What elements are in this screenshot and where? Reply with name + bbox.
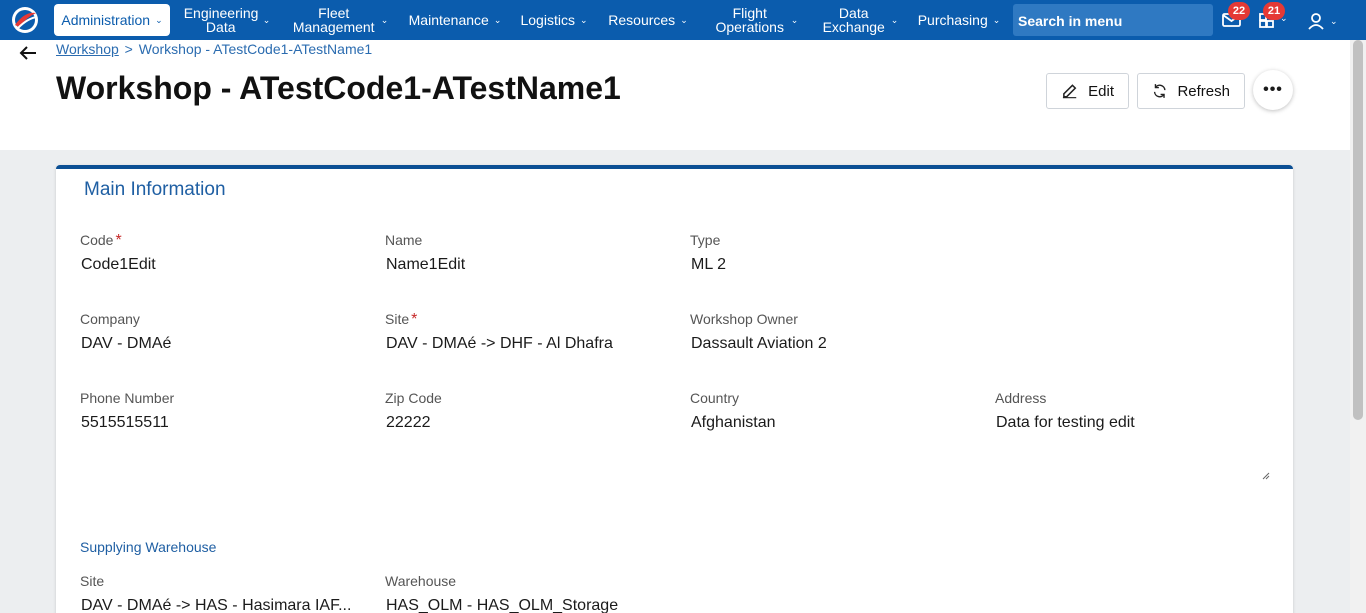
nav-purchasing[interactable]: Purchasing ⌄ (915, 0, 1003, 40)
field-supplying-site: Site DAV - DMAé -> HAS - Hasimara IAF... (80, 573, 351, 613)
nav-maintenance[interactable]: Maintenance ⌄ (405, 0, 505, 40)
field-value-name: Name1Edit (386, 256, 466, 273)
subsection-title-supplying-warehouse: Supplying Warehouse (80, 539, 217, 555)
breadcrumb-separator: > (124, 41, 133, 57)
field-label: Site (80, 573, 105, 589)
nav-resources[interactable]: Resources ⌄ (605, 0, 691, 40)
field-type: Type ML 2 (690, 232, 726, 274)
field-address: Address Data for testing edit (995, 390, 1135, 432)
top-navigation-bar: Administration ⌄ Engineering Data ⌄ Fleet … (0, 0, 1366, 40)
refresh-icon (1153, 84, 1166, 98)
field-value-site: DAV - DMAé -> DHF - Al Dhafra (386, 335, 613, 352)
chevron-down-icon: ⌄ (262, 15, 271, 25)
user-menu[interactable]: ⌄ (1306, 10, 1340, 32)
breadcrumb-link-workshop[interactable]: Workshop (56, 41, 119, 57)
refresh-button-label: Refresh (1177, 82, 1230, 100)
field-phone-number: Phone Number 5515515511 (80, 390, 174, 432)
field-label: Warehouse (385, 573, 457, 589)
nav-flight-operations[interactable]: Flight Operations ⌄ (708, 0, 804, 40)
textarea-resize-handle-icon[interactable] (1260, 470, 1270, 480)
field-code: Code * Code1Edit (80, 232, 156, 274)
app-logo-icon[interactable] (10, 5, 40, 35)
field-label: Workshop Owner (690, 311, 798, 327)
field-value-zip-code: 22222 (386, 414, 431, 431)
main-information-card: Main Information Code * Code1Edit Name Na… (56, 165, 1293, 613)
chevron-down-icon: ⌄ (992, 15, 1001, 25)
nav-resources-label: Resources (608, 12, 676, 28)
edit-button-label: Edit (1088, 82, 1114, 100)
field-value-type: ML 2 (691, 256, 726, 273)
nav-flight-operations-label: Flight Operations (715, 5, 784, 35)
chevron-down-icon: ⌄ (493, 15, 502, 25)
field-label: Phone Number (80, 390, 175, 406)
field-label: Name (385, 232, 423, 248)
breadcrumb-current: Workshop - ATestCode1-ATestName1 (138, 41, 373, 57)
field-zip-code: Zip Code 22222 (385, 390, 442, 432)
field-value-code: Code1Edit (81, 256, 156, 273)
field-label: Type (690, 232, 721, 248)
field-site: Site * DAV - DMAé -> DHF - Al Dhafra (385, 311, 613, 353)
chevron-down-icon: ⌄ (1280, 13, 1288, 23)
user-icon (1308, 13, 1324, 30)
field-workshop-owner: Workshop Owner Dassault Aviation 2 (690, 311, 827, 353)
chevron-down-icon: ⌄ (1330, 15, 1338, 26)
field-label: Zip Code (385, 390, 442, 406)
field-label: Site * (385, 311, 418, 328)
chevron-down-icon: ⌄ (579, 15, 588, 25)
menu-search-input[interactable]: Search in menu (1013, 4, 1213, 36)
chevron-down-icon: ⌄ (790, 15, 799, 25)
nav-purchasing-label: Purchasing (917, 12, 988, 28)
page-header: Workshop > Workshop - ATestCode1-ATestNa… (0, 40, 1350, 150)
field-value-company: DAV - DMAé (81, 335, 172, 352)
edit-button[interactable]: Edit (1046, 73, 1129, 109)
field-value-country: Afghanistan (691, 414, 776, 431)
field-label: Address (995, 390, 1047, 406)
field-label: Country (690, 390, 740, 406)
field-company: Company DAV - DMAé (80, 311, 171, 353)
breadcrumb: Workshop > Workshop - ATestCode1-ATestNa… (56, 41, 372, 57)
refresh-button[interactable]: Refresh (1137, 73, 1245, 109)
field-value-address: Data for testing edit (996, 414, 1135, 431)
section-title-main-information: Main Information (84, 179, 226, 200)
nav-administration-label: Administration (61, 12, 151, 28)
chevron-down-icon: ⌄ (890, 15, 899, 25)
required-asterisk: * (411, 311, 418, 328)
chevron-down-icon: ⌄ (380, 15, 389, 25)
field-warehouse: Warehouse HAS_OLM - HAS_OLM_Storage (385, 573, 618, 613)
nav-engineering-data-label: Engineering Data (183, 5, 259, 35)
nav-data-exchange[interactable]: Data Exchange ⌄ (818, 0, 902, 40)
nav-logistics[interactable]: Logistics ⌄ (518, 0, 590, 40)
nav-logistics-label: Logistics (520, 12, 575, 28)
field-label: Code * (80, 232, 122, 249)
edit-pencil-icon (1062, 84, 1077, 99)
back-arrow-icon[interactable] (18, 44, 38, 62)
nav-fleet-management[interactable]: Fleet Management ⌄ (290, 0, 390, 40)
field-value-warehouse: HAS_OLM - HAS_OLM_Storage (386, 597, 619, 613)
field-value-supplying-site: DAV - DMAé -> HAS - Hasimara IAF... (81, 597, 352, 613)
field-value-workshop-owner: Dassault Aviation 2 (691, 335, 827, 352)
chevron-down-icon: ⌄ (155, 15, 163, 25)
page-title: Workshop - ATestCode1-ATestName1 (56, 70, 621, 106)
nav-fleet-management-label: Fleet Management (292, 5, 375, 35)
scrollbar-thumb[interactable] (1353, 40, 1363, 420)
field-value-phone-number: 5515515511 (81, 414, 169, 431)
messages-count-badge: 22 (1228, 2, 1250, 20)
nav-data-exchange-label: Data Exchange (822, 5, 885, 35)
chevron-down-icon: ⌄ (680, 15, 688, 25)
nav-administration[interactable]: Administration ⌄ (54, 4, 170, 36)
field-country: Country Afghanistan (690, 390, 776, 432)
page-scrollbar[interactable] (1350, 40, 1366, 613)
field-name: Name Name1Edit (385, 232, 465, 274)
nav-maintenance-label: Maintenance (408, 12, 489, 28)
more-actions-button[interactable]: ••• (1253, 70, 1293, 110)
required-asterisk: * (115, 232, 122, 249)
nav-engineering-data[interactable]: Engineering Data ⌄ (180, 0, 274, 40)
field-label: Company (80, 311, 140, 327)
